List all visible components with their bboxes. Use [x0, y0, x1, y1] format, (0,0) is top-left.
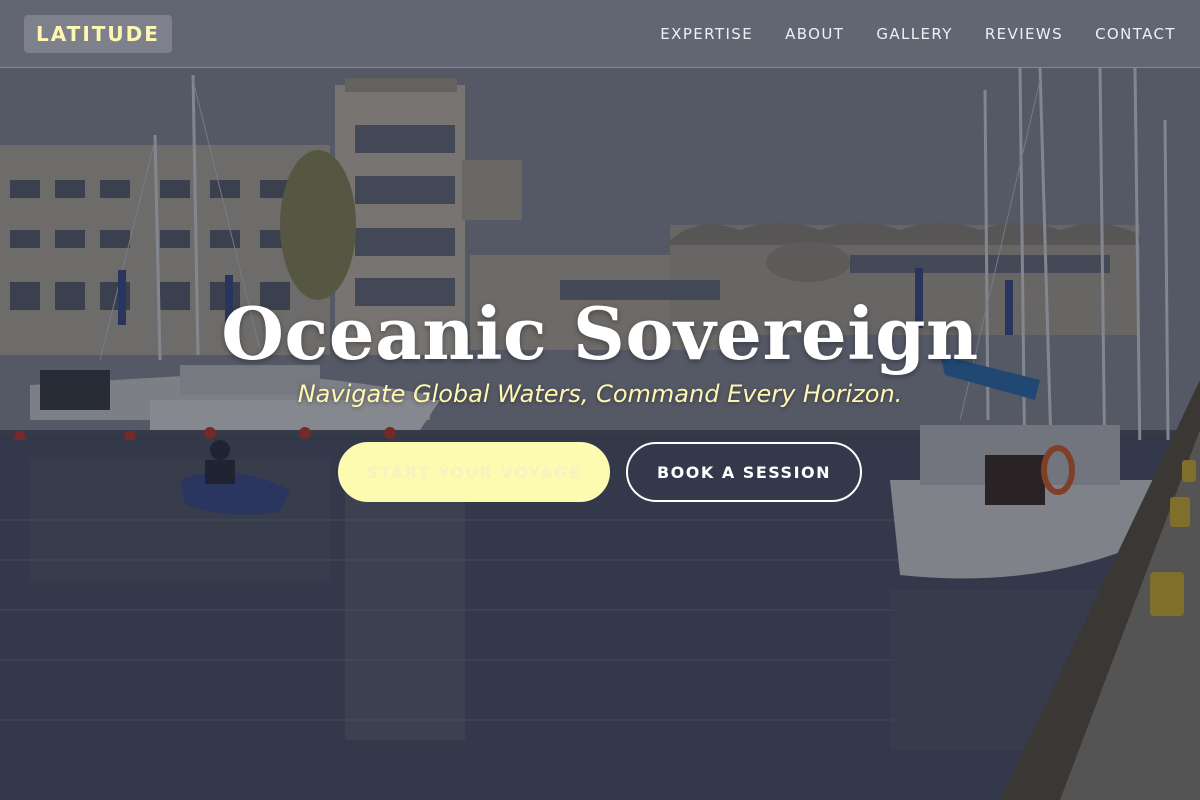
nav-link-gallery[interactable]: GALLERY	[876, 25, 953, 43]
hero-subtitle: Navigate Global Waters, Command Every Ho…	[297, 380, 903, 408]
book-session-button[interactable]: BOOK A SESSION	[626, 442, 862, 502]
start-voyage-button[interactable]: START YOUR VOYAGE	[338, 442, 610, 502]
hero-section: Oceanic Sovereign Navigate Global Waters…	[0, 290, 1200, 502]
main-nav: EXPERTISE ABOUT GALLERY REVIEWS CONTACT	[660, 25, 1176, 43]
hero-title: Oceanic Sovereign	[221, 291, 979, 376]
nav-link-reviews[interactable]: REVIEWS	[985, 25, 1063, 43]
site-header: LATITUDE EXPERTISE ABOUT GALLERY REVIEWS…	[0, 0, 1200, 68]
hero-buttons: START YOUR VOYAGE BOOK A SESSION	[338, 442, 862, 502]
nav-link-expertise[interactable]: EXPERTISE	[660, 25, 753, 43]
nav-link-about[interactable]: ABOUT	[785, 25, 844, 43]
logo[interactable]: LATITUDE	[24, 14, 172, 53]
nav-link-contact[interactable]: CONTACT	[1095, 25, 1176, 43]
